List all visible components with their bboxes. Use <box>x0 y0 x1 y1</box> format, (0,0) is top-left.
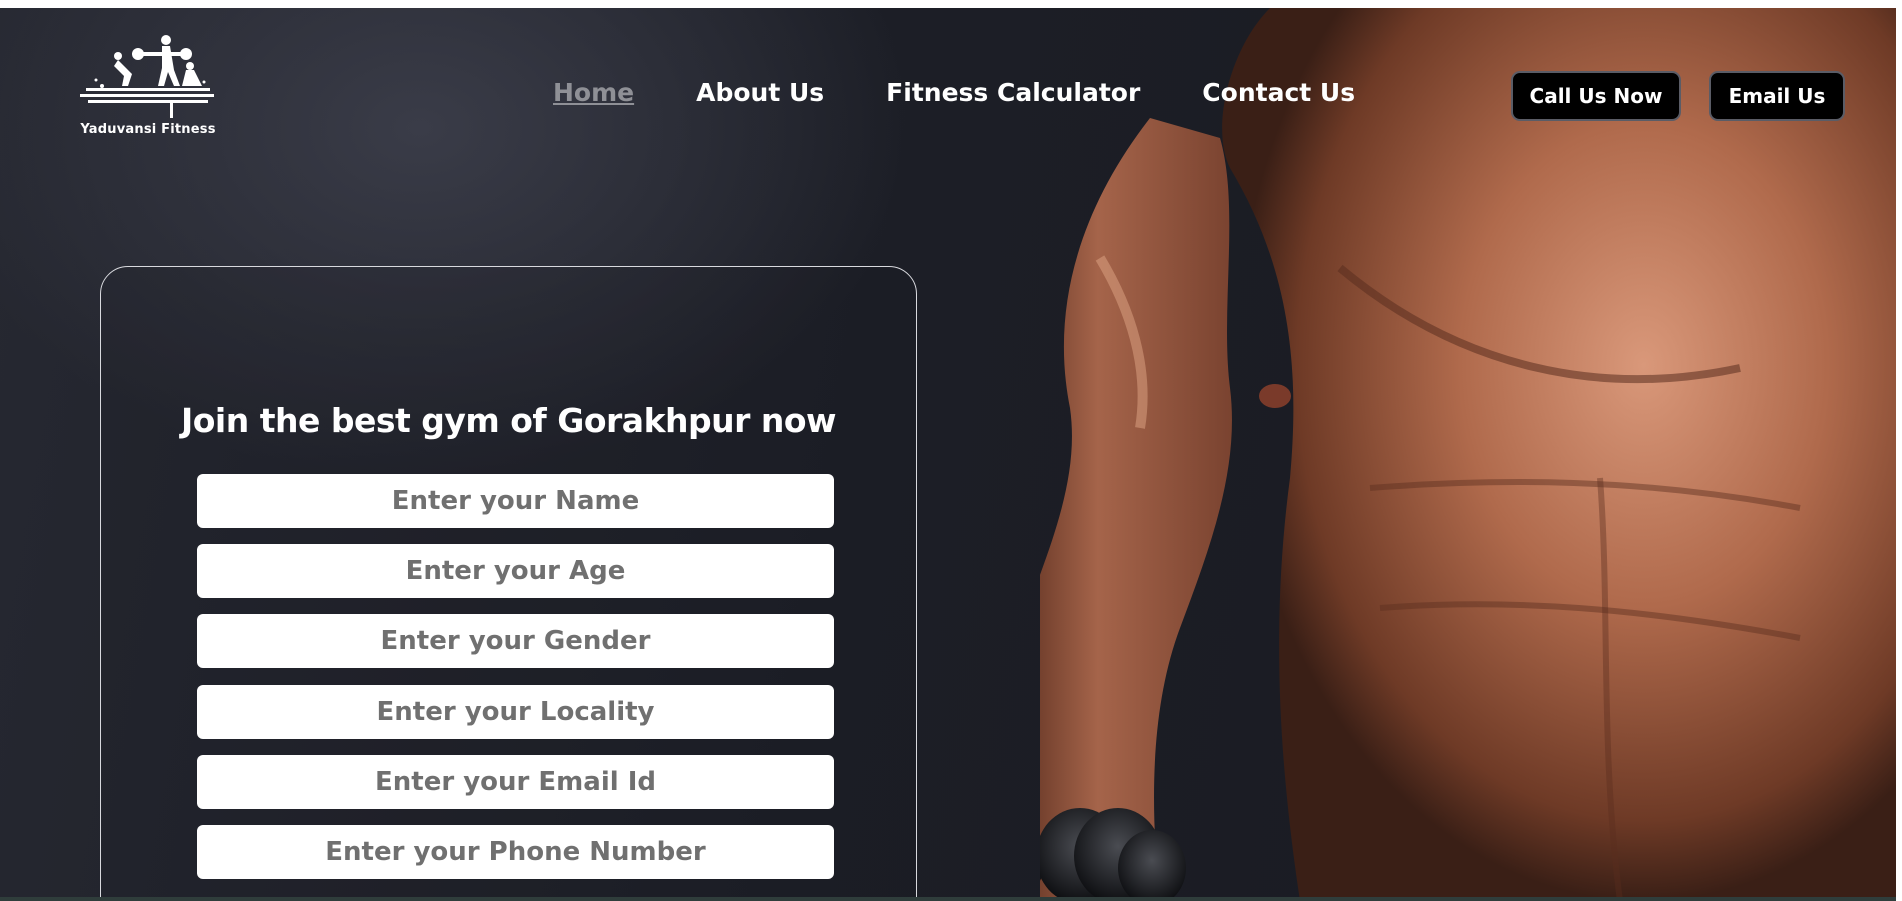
bottom-divider <box>0 897 1902 901</box>
email-us-button[interactable]: Email Us <box>1709 71 1845 121</box>
main-nav: Home About Us Fitness Calculator Contact… <box>553 78 1417 107</box>
nav-about-us[interactable]: About Us <box>696 78 824 107</box>
gym-athletes-logo-icon <box>80 35 214 118</box>
nav-home[interactable]: Home <box>553 78 634 107</box>
window-edge <box>1896 0 1902 901</box>
phone-input[interactable] <box>197 825 834 879</box>
page-background: Yaduvansi Fitness Home About Us Fitness … <box>0 8 1902 901</box>
gender-input[interactable] <box>197 614 834 668</box>
locality-input[interactable] <box>197 685 834 739</box>
hero-image <box>1040 8 1902 901</box>
call-us-now-button[interactable]: Call Us Now <box>1511 71 1681 121</box>
nav-contact-us[interactable]: Contact Us <box>1202 78 1355 107</box>
name-input[interactable] <box>197 474 834 528</box>
brand-name: Yaduvansi Fitness <box>80 122 216 137</box>
form-title: Join the best gym of Gorakhpur now <box>180 401 837 440</box>
nav-fitness-calculator[interactable]: Fitness Calculator <box>886 78 1140 107</box>
email-input[interactable] <box>197 755 834 809</box>
brand-logo[interactable]: Yaduvansi Fitness <box>74 30 222 150</box>
age-input[interactable] <box>197 544 834 598</box>
